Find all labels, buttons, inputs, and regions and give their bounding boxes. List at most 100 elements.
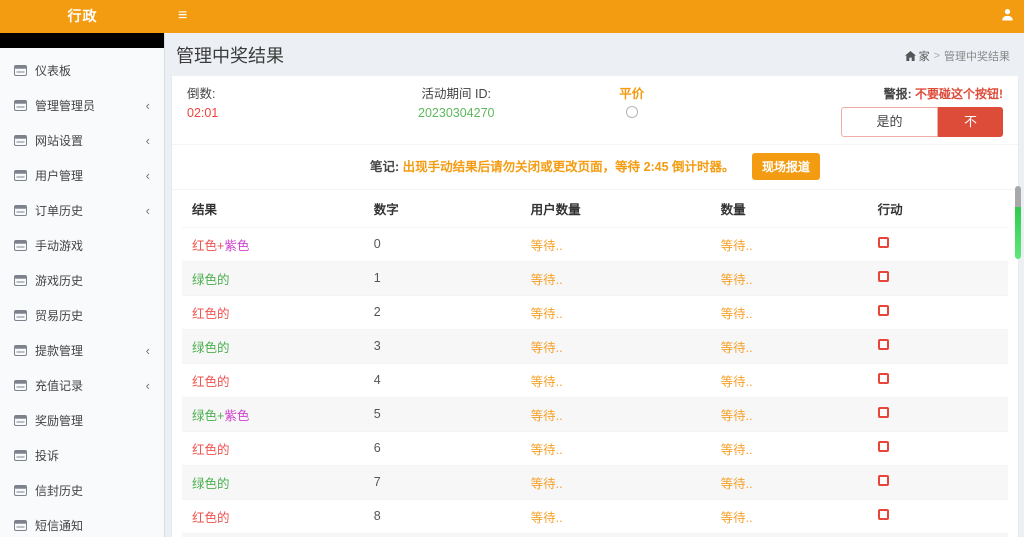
live-report-button[interactable]: 现场报道 — [752, 153, 820, 180]
scrollbar-thumb-green[interactable] — [1015, 207, 1021, 259]
action-checkbox[interactable] — [878, 339, 889, 350]
chevron-left-icon: ‹ — [146, 381, 150, 391]
result-cell: 红色的 — [182, 499, 364, 533]
results-table-wrap: 结果 数字 用户数量 数量 行动 红色+紫色0等待..等待..绿色的1等待..等… — [172, 190, 1018, 537]
user-count-cell: 等待.. — [521, 533, 711, 537]
sidebar-item-5[interactable]: 手动游戏 — [0, 228, 164, 263]
number-cell: 6 — [364, 431, 521, 465]
sidebar-item-9[interactable]: 充值记录 ‹ — [0, 368, 164, 403]
content-header: 管理中奖结果 家 > 管理中奖结果 — [166, 33, 1024, 76]
user-count-cell: 等待.. — [521, 363, 711, 397]
chevron-left-icon: ‹ — [146, 206, 150, 216]
hamburger-menu-icon[interactable]: ≡ — [165, 0, 200, 33]
sidebar-item-12[interactable]: 信封历史 — [0, 473, 164, 508]
yes-button[interactable]: 是的 — [841, 107, 938, 137]
sidebar-menu: 仪表板管理管理员‹网站设置‹用户管理‹订单历史‹手动游戏游戏历史贸易历史提款管理… — [0, 53, 164, 537]
table-row: 红色+紫色0等待..等待.. — [182, 227, 1008, 261]
number-cell: 3 — [364, 329, 521, 363]
menu-item-icon — [14, 240, 27, 251]
number-cell: 1 — [364, 261, 521, 295]
table-row: 红色的4等待..等待.. — [182, 363, 1008, 397]
amount-cell: 等待.. — [711, 431, 868, 465]
menu-item-icon — [14, 65, 27, 76]
result-cell: 绿色的 — [182, 465, 364, 499]
header-user-count: 用户数量 — [521, 190, 711, 228]
table-row: 红色的2等待..等待.. — [182, 295, 1008, 329]
alert-label: 警报: — [884, 87, 912, 101]
menu-item-icon — [14, 345, 27, 356]
table-row: 绿色的7等待..等待.. — [182, 465, 1008, 499]
user-icon[interactable] — [1001, 8, 1014, 26]
action-checkbox[interactable] — [878, 305, 889, 316]
result-cell: 绿色的 — [182, 261, 364, 295]
user-count-cell: 等待.. — [521, 227, 711, 261]
brand-logo[interactable]: 行政 — [0, 0, 165, 33]
chevron-left-icon: ‹ — [146, 101, 150, 111]
sidebar-item-2[interactable]: 网站设置‹ — [0, 123, 164, 158]
sidebar-item-1[interactable]: 管理管理员 ‹ — [0, 88, 164, 123]
number-cell: 0 — [364, 227, 521, 261]
sidebar-item-label: 用户管理 — [35, 167, 83, 184]
result-cell: 红色的 — [182, 363, 364, 397]
chevron-left-icon: ‹ — [146, 136, 150, 146]
sidebar-item-0[interactable]: 仪表板 — [0, 53, 164, 88]
action-checkbox[interactable] — [878, 271, 889, 282]
sidebar-item-label: 提款管理 — [35, 342, 83, 359]
sidebar-item-6[interactable]: 游戏历史 — [0, 263, 164, 298]
table-row: 绿色的3等待..等待.. — [182, 329, 1008, 363]
sidebar-item-4[interactable]: 订单历史‹ — [0, 193, 164, 228]
info-row: 倒数: 02:01 活动期间 ID: 20230304270 平价 警报: 不要… — [172, 76, 1018, 145]
menu-item-icon — [14, 275, 27, 286]
menu-item-icon — [14, 415, 27, 426]
sidebar-item-label: 管理管理员 — [35, 97, 95, 114]
action-checkbox[interactable] — [878, 407, 889, 418]
sidebar-item-label: 信封历史 — [35, 482, 83, 499]
sidebar-item-10[interactable]: 奖励管理 — [0, 403, 164, 438]
number-cell: 9 — [364, 533, 521, 537]
action-cell — [868, 227, 1008, 261]
user-count-cell: 等待.. — [521, 295, 711, 329]
action-cell — [868, 261, 1008, 295]
period-value: 20230304270 — [350, 104, 562, 123]
scrollbar-thumb-gray[interactable] — [1015, 186, 1021, 208]
user-count-cell: 等待.. — [521, 465, 711, 499]
chevron-left-icon: ‹ — [146, 171, 150, 181]
sidebar-item-7[interactable]: 贸易历史 — [0, 298, 164, 333]
sidebar-item-13[interactable]: 短信通知 — [0, 508, 164, 537]
number-cell: 5 — [364, 397, 521, 431]
sidebar-item-label: 投诉 — [35, 447, 59, 464]
breadcrumb-current: 管理中奖结果 — [944, 48, 1010, 64]
menu-item-icon — [14, 380, 27, 391]
menu-item-icon — [14, 520, 27, 531]
amount-cell: 等待.. — [711, 397, 868, 431]
sidebar-item-label: 短信通知 — [35, 517, 83, 534]
user-count-cell: 等待.. — [521, 397, 711, 431]
sidebar-item-label: 充值记录 — [35, 377, 83, 394]
no-button[interactable]: 不 — [938, 107, 1003, 137]
amount-cell: 等待.. — [711, 363, 868, 397]
action-checkbox[interactable] — [878, 373, 889, 384]
menu-item-icon — [14, 450, 27, 461]
countdown-label: 倒数: — [187, 85, 350, 104]
user-count-cell: 等待.. — [521, 261, 711, 295]
action-checkbox[interactable] — [878, 441, 889, 452]
period-label: 活动期间 ID: — [350, 85, 562, 104]
action-checkbox[interactable] — [878, 509, 889, 520]
header-number: 数字 — [364, 190, 521, 228]
action-checkbox[interactable] — [878, 237, 889, 248]
sidebar: 仪表板管理管理员‹网站设置‹用户管理‹订单历史‹手动游戏游戏历史贸易历史提款管理… — [0, 33, 165, 537]
sidebar-item-8[interactable]: 提款管理‹ — [0, 333, 164, 368]
action-cell — [868, 397, 1008, 431]
note-row: 笔记: 出现手动结果后请勿关闭或更改页面，等待 2:45 倒计时器。 现场报道 — [172, 145, 1018, 190]
amount-cell: 等待.. — [711, 295, 868, 329]
amount-cell: 等待.. — [711, 533, 868, 537]
top-navbar: 行政 ≡ — [0, 0, 1024, 33]
sidebar-item-11[interactable]: 投诉 — [0, 438, 164, 473]
parity-radio[interactable] — [626, 106, 638, 118]
countdown-value: 02:01 — [187, 104, 350, 123]
action-checkbox[interactable] — [878, 475, 889, 486]
sidebar-item-3[interactable]: 用户管理 ‹ — [0, 158, 164, 193]
table-row: 绿色的9等待..等待.. — [182, 533, 1008, 537]
number-cell: 7 — [364, 465, 521, 499]
breadcrumb-home-link[interactable]: 家 — [905, 48, 930, 64]
